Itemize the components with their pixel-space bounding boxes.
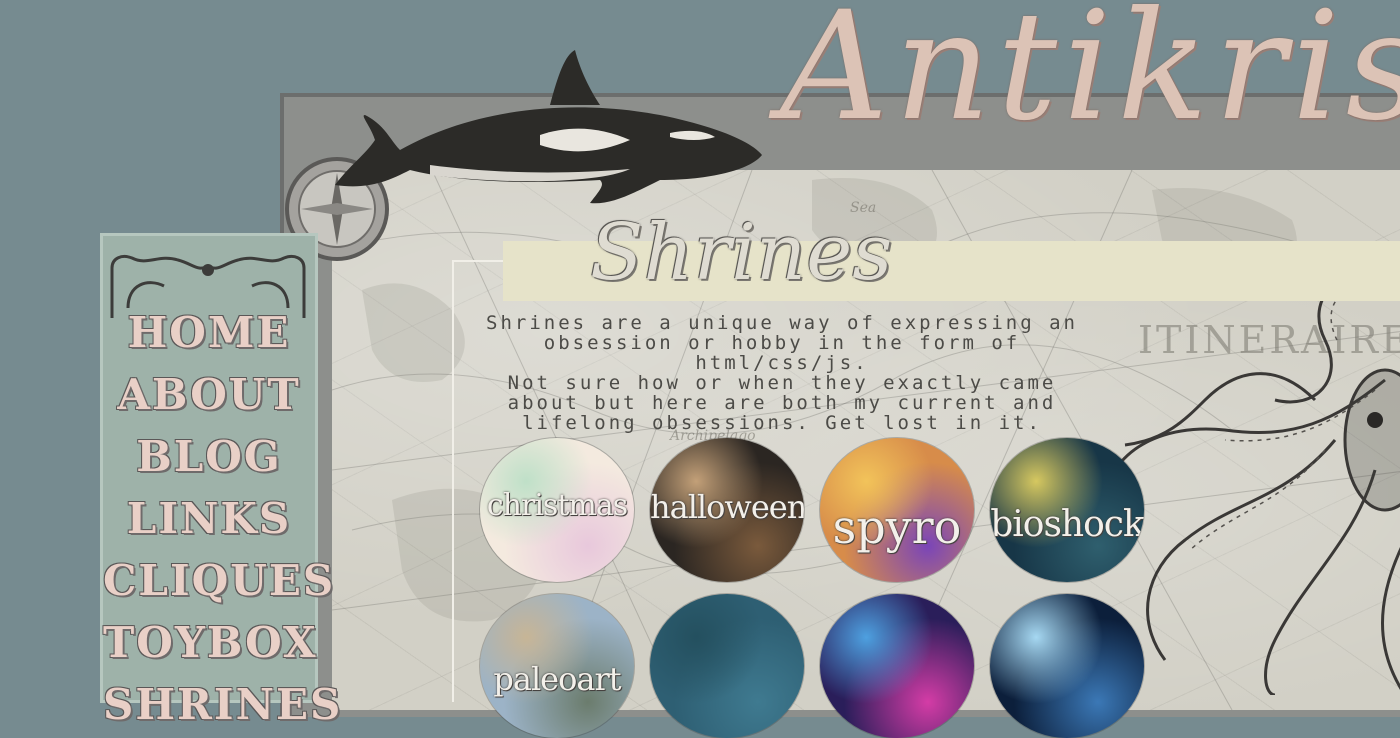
nav-cliques[interactable]: CLIQUES — [103, 550, 333, 612]
site-title[interactable]: Antikris — [780, 0, 1400, 142]
nav-about[interactable]: ABOUT — [103, 364, 315, 426]
shrine-christmas[interactable]: christmas — [480, 438, 634, 582]
intro-line: about but here are both my current and — [507, 392, 1057, 414]
content-border — [452, 262, 454, 702]
shrine-bioshock[interactable]: bioshock — [990, 438, 1144, 582]
intro-line: lifelong obsessions. Get lost in it. — [522, 412, 1042, 434]
nav-blog[interactable]: BLOG — [103, 426, 315, 488]
shrine-label: paleoart — [493, 660, 621, 698]
intro-text: Shrines are a unique way of expressing a… — [462, 313, 1102, 433]
page-title: Shrines — [590, 208, 893, 298]
shrine-label: bioshock — [990, 504, 1144, 545]
nav-toybox[interactable]: TOYBOX — [103, 612, 316, 674]
orca-illustration — [335, 50, 762, 204]
sidebar: HOME ABOUT BLOG LINKS CLIQUES TOYBOX SHR… — [100, 233, 340, 729]
nav-links[interactable]: LINKS — [103, 488, 315, 550]
intro-line: obsession or hobby in the form of html/c… — [543, 332, 1021, 374]
shrine-lich-king[interactable] — [990, 594, 1144, 738]
shrine-label: halloween — [650, 488, 804, 526]
shrine-gaming[interactable] — [820, 594, 974, 738]
nav-home[interactable]: HOME — [103, 302, 315, 364]
nav-shrines[interactable]: SHRINES — [103, 674, 340, 736]
intro-line: Not sure how or when they exactly came — [507, 372, 1057, 394]
shrine-paleoart[interactable]: paleoart — [480, 594, 634, 738]
intro-line: Shrines are a unique way of expressing a… — [486, 312, 1078, 334]
shrine-label: spyro — [832, 500, 962, 554]
shrine-halloween[interactable]: halloween — [650, 438, 804, 582]
shrine-label: christmas — [486, 488, 628, 523]
shrine-spyro[interactable]: spyro — [820, 438, 974, 582]
shrine-orca[interactable] — [650, 594, 804, 738]
main-nav: HOME ABOUT BLOG LINKS CLIQUES TOYBOX SHR… — [103, 302, 340, 736]
